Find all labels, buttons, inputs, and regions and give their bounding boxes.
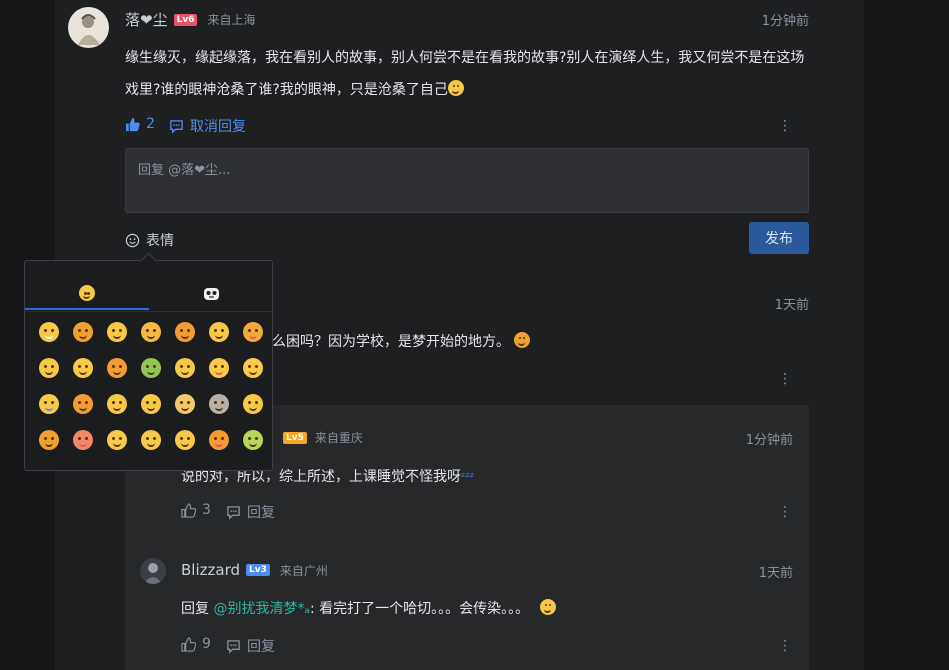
emoji-big-grin-icon[interactable] [66,350,100,386]
timestamp: 1天前 [774,298,809,313]
more-options-icon[interactable]: ⋮ [778,505,792,519]
yawning-emoji-icon [539,599,556,615]
sleeping-zzz-icon: ᶻᶻᶻ [461,470,475,484]
emoji-tiger-face-icon[interactable] [32,422,66,458]
emoji-hug-icon[interactable] [100,386,134,422]
emoji-tongue-icon[interactable] [236,314,270,350]
more-options-icon[interactable]: ⋮ [778,372,792,386]
timestamp: 1分钟前 [761,14,809,29]
comment-text: 缘生缘灭，缘起缘落，我在看别人的故事，别人何尝不是在看我的故事?别人在演绎人生，… [125,42,825,106]
cancel-reply-label: 取消回复 [190,119,246,135]
reply-label: 回复 [247,505,275,521]
smiley-tab-icon [79,284,95,301]
emoji-laughing-icon[interactable] [134,350,168,386]
more-options-icon[interactable]: ⋮ [778,639,792,653]
comment-icon [227,505,240,520]
emoji-label: 表情 [146,233,174,249]
like-button[interactable]: 3 [181,502,211,518]
reply-header: Lv5 来自重庆 [283,429,363,446]
tiger-emoji-icon [514,332,531,348]
reply-button[interactable]: 回复 [226,502,275,522]
like-count: 2 [146,116,155,132]
emoji-pleading-icon[interactable] [168,350,202,386]
emoji-crying-icon[interactable] [32,386,66,422]
emoji-smile-icon[interactable] [100,314,134,350]
emoji-button[interactable]: 表情 [125,230,174,250]
emoji-yawn-icon[interactable] [202,314,236,350]
timestamp: 1分钟前 [745,433,793,448]
thumbs-up-icon [125,117,140,131]
like-count: 9 [202,636,211,652]
panda-tab-icon [203,287,219,300]
reply-input[interactable] [126,149,808,212]
reply-label: 回复 [247,639,275,655]
emoji-neutral-icon[interactable] [100,422,134,458]
cancel-reply-button[interactable]: 取消回复 [169,116,246,136]
emoji-tabs [25,277,272,312]
emoji-dog-face-icon[interactable] [66,314,100,350]
level-badge: Lv5 [283,431,307,444]
mention-link[interactable]: @别扰我清梦*ₐ [213,601,309,617]
emoji-nerd-icon[interactable] [134,314,168,350]
username[interactable]: Blizzard [181,561,240,579]
comment-icon [170,119,183,134]
location: 来自重庆 [314,431,363,445]
reply-text: 回复 @别扰我清梦*ₐ: 看完打了一个哈切。。。会传染。。。 [181,593,556,625]
publish-button[interactable]: 发布 [749,222,809,254]
emoji-thinking-icon[interactable] [236,350,270,386]
more-options-icon[interactable]: ⋮ [778,119,792,133]
comment-text: 么困吗？因为学校，是梦开始的地方。 [272,326,531,358]
comment-header: 落❤尘 Lv6 来自上海 [125,9,255,30]
smiley-icon [125,233,140,247]
like-count: 3 [202,502,211,518]
emoji-blush-kiss-icon[interactable] [66,422,100,458]
emoji-yum-icon[interactable] [202,350,236,386]
reply-button[interactable]: 回复 [226,636,275,656]
timestamp: 1天前 [758,566,793,581]
emoji-angry-icon[interactable] [66,386,100,422]
emoji-shush-icon[interactable] [134,386,168,422]
reply-box [125,148,809,213]
tab-panda-faces[interactable] [149,277,273,310]
thumbs-up-icon [181,502,196,518]
username[interactable]: 落❤尘 [125,9,168,30]
emoji-picker [24,252,273,471]
emoji-scream-icon[interactable] [134,422,168,458]
level-badge: Lv3 [246,564,270,576]
like-button[interactable]: 2 [125,116,155,132]
emoji-shocked-icon[interactable] [168,314,202,350]
emoji-grey-cat-icon[interactable] [202,386,236,422]
avatar-illustration-icon [78,14,100,45]
avatar[interactable] [68,7,109,48]
thumbs-up-icon [181,636,196,652]
emoji-sick-icon[interactable] [236,422,270,458]
emoji-wink-icon[interactable] [236,386,270,422]
reply-header: Blizzard Lv3 来自广州 [181,561,328,579]
location: 来自广州 [279,563,328,578]
emoji-cat-face-icon[interactable] [168,386,202,422]
avatar-illustration-icon [144,563,162,584]
level-badge: Lv6 [173,13,198,26]
comment-icon [227,639,240,654]
comment-text-line2: 戏里?谁的眼神沧桑了谁?我的眼神，只是沧桑了自己 [125,74,825,106]
emoji-smirk-icon[interactable] [168,422,202,458]
emoji-heart-eyes-icon[interactable] [202,422,236,458]
emoji-surprised-icon[interactable] [100,350,134,386]
like-button[interactable]: 9 [181,636,211,652]
laughing-emoji-icon [447,80,464,96]
emoji-mask-face-icon[interactable] [32,314,66,350]
comment-text-line1: 缘生缘灭，缘起缘落，我在看别人的故事，别人何尝不是在看我的故事?别人在演绎人生，… [125,50,805,66]
emoji-grin-icon[interactable] [32,350,66,386]
avatar[interactable] [140,558,166,584]
emoji-grid [32,314,270,458]
location: 来自上海 [207,13,256,27]
tab-smiley-faces[interactable] [25,277,149,310]
